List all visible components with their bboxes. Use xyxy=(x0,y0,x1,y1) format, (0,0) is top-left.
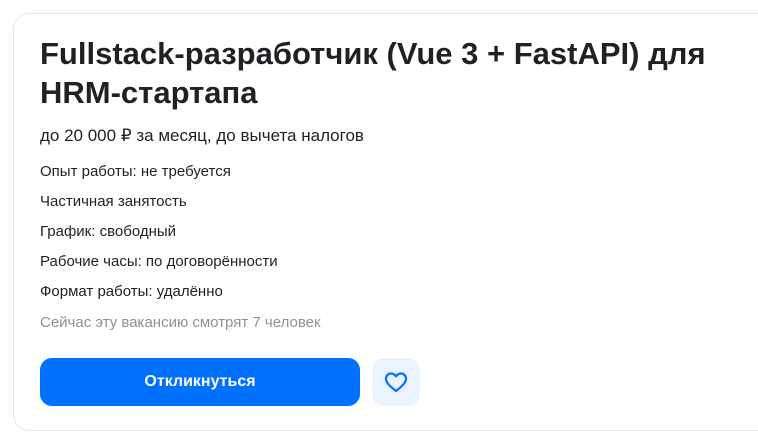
viewers-count: Сейчас эту вакансию смотрят 7 человек xyxy=(40,314,321,331)
experience-info: Опыт работы: не требуется xyxy=(40,163,231,180)
vacancy-title: Fullstack-разработчик (Vue 3 + FastAPI) … xyxy=(40,36,706,110)
favorite-button[interactable] xyxy=(372,358,420,406)
working-hours-info: Рабочие часы: по договорённости xyxy=(40,253,278,270)
salary: до 20 000 ₽ за месяц, до вычета налогов xyxy=(40,126,364,145)
schedule-info: График: свободный xyxy=(40,223,177,240)
respond-button[interactable]: Откликнуться xyxy=(40,358,360,406)
vacancy-card: Fullstack-разработчик (Vue 3 + FastAPI) … xyxy=(13,13,758,431)
work-format-info: Формат работы: удалённо xyxy=(40,283,223,300)
heart-icon xyxy=(384,371,408,393)
employment-info: Частичная занятость xyxy=(40,193,187,210)
